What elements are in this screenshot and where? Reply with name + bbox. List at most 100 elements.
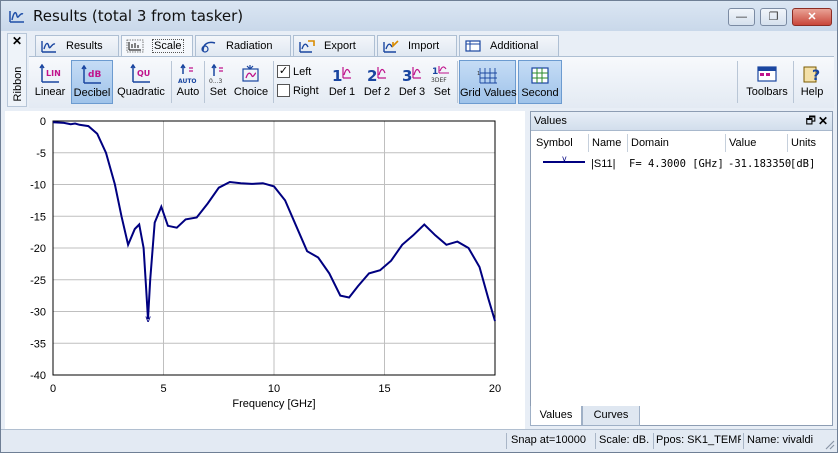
set-def-label: Set bbox=[433, 86, 451, 98]
auto-scale-button[interactable]: AUTO Auto bbox=[174, 60, 202, 104]
import-tab-icon bbox=[383, 40, 399, 53]
svg-text:AUTO: AUTO bbox=[178, 78, 197, 84]
grid-values-button[interactable]: 1 Grid Values bbox=[459, 60, 517, 104]
s11-chart[interactable]: 0 -5 -10 -15 -20 -25 -30 -35 -40 0 5 10 15 20 v Frequ… bbox=[5, 111, 525, 431]
ribbon-separator bbox=[204, 61, 205, 103]
tab-values-label: Values bbox=[539, 409, 573, 421]
grid-values-label: Grid Values bbox=[460, 87, 517, 99]
set-range-icon: 0...3 bbox=[209, 64, 223, 84]
results-tab-icon bbox=[41, 41, 56, 53]
tab-values[interactable]: Values bbox=[530, 406, 582, 426]
close-panel-icon[interactable]: ✕ bbox=[818, 112, 828, 131]
window-title: Results (total 3 from tasker) bbox=[33, 7, 244, 25]
tab-curves-label: Curves bbox=[593, 409, 629, 421]
float-panel-icon[interactable]: 🗗 bbox=[806, 112, 816, 131]
right-axis-checkbox[interactable]: Right bbox=[277, 84, 319, 97]
svg-text:3: 3 bbox=[402, 67, 412, 84]
status-ppos: Ppos: SK1_TEMPL bbox=[656, 434, 741, 446]
svg-text:LIN: LIN bbox=[46, 69, 61, 78]
additional-tab-icon bbox=[465, 40, 481, 52]
ribbon-separator bbox=[793, 61, 794, 103]
decibel-scale-button[interactable]: dB Decibel bbox=[71, 60, 113, 104]
status-separator bbox=[743, 433, 744, 449]
tab-results[interactable]: Results bbox=[35, 35, 119, 57]
ribbon-side-label[interactable]: Ribbon bbox=[12, 62, 24, 106]
marker-layer: v bbox=[145, 314, 151, 325]
x-tick-label: 20 bbox=[489, 383, 501, 395]
decibel-label: Decibel bbox=[73, 87, 111, 99]
maximize-icon: ❐ bbox=[768, 11, 779, 23]
tab-export-label: Export bbox=[324, 40, 356, 53]
col-header-units[interactable]: Units bbox=[787, 134, 816, 152]
linear-scale-button[interactable]: LIN Linear bbox=[31, 60, 69, 104]
def1-icon: 1 bbox=[332, 67, 351, 84]
choice-range-button[interactable]: Choice bbox=[232, 60, 270, 104]
col-header-value[interactable]: Value bbox=[725, 134, 756, 152]
def3-label: Def 3 bbox=[398, 86, 426, 98]
x-tick-label: 0 bbox=[50, 383, 56, 395]
svg-text:1: 1 bbox=[432, 67, 438, 77]
tab-results-label: Results bbox=[66, 40, 103, 53]
tab-import[interactable]: Import bbox=[377, 35, 457, 57]
ribbon-tabs: Results Scale Radiation Export Import Ad… bbox=[35, 35, 565, 58]
second-grid-button[interactable]: Second bbox=[518, 60, 562, 104]
y-tick-label: -40 bbox=[30, 370, 46, 382]
svg-text:3DEF: 3DEF bbox=[431, 77, 447, 84]
quadratic-scale-button[interactable]: QU Quadratic bbox=[115, 60, 167, 104]
tab-radiation[interactable]: Radiation bbox=[195, 35, 291, 57]
ribbon-close-icon[interactable]: ✕ bbox=[12, 34, 22, 48]
status-separator bbox=[653, 433, 654, 449]
status-scale: Scale: dB. bbox=[599, 434, 650, 446]
def1-button[interactable]: 1 Def 1 bbox=[325, 60, 359, 104]
set-def-icon: 13DEF bbox=[431, 66, 449, 84]
status-snap: Snap at=10000 bbox=[511, 434, 586, 446]
col-header-symbol[interactable]: Symbol bbox=[536, 137, 573, 149]
tab-scale[interactable]: Scale bbox=[121, 35, 193, 58]
second-grid-icon bbox=[531, 67, 549, 84]
help-label: Help bbox=[800, 86, 824, 98]
col-header-name[interactable]: Name bbox=[588, 134, 621, 152]
close-button[interactable]: ✕ bbox=[792, 8, 832, 26]
value-row-units: [dB] bbox=[790, 158, 816, 170]
results-window: Results (total 3 from tasker) — ❐ ✕ ✕ Ri… bbox=[0, 0, 838, 453]
ribbon-separator bbox=[737, 61, 738, 103]
tab-curves[interactable]: Curves bbox=[582, 406, 640, 426]
col-header-domain[interactable]: Domain bbox=[627, 134, 669, 152]
svg-text:?: ? bbox=[812, 68, 820, 84]
y-tick-label: -25 bbox=[30, 275, 46, 287]
toolbars-button[interactable]: Toolbars bbox=[744, 60, 790, 104]
minimize-button[interactable]: — bbox=[728, 8, 755, 26]
def3-button[interactable]: 3 Def 3 bbox=[395, 60, 429, 104]
left-axis-checkbox[interactable]: ✓ Left bbox=[277, 65, 311, 78]
chart-pane[interactable]: 0 -5 -10 -15 -20 -25 -30 -35 -40 0 5 10 15 20 v Frequ… bbox=[5, 111, 525, 431]
maximize-button[interactable]: ❐ bbox=[760, 8, 787, 26]
def2-button[interactable]: 2 Def 2 bbox=[360, 60, 394, 104]
curve-symbol: v bbox=[543, 154, 585, 163]
y-tick-label: -5 bbox=[36, 148, 46, 160]
title-bar: Results (total 3 from tasker) — ❐ ✕ bbox=[1, 1, 837, 31]
right-label: Right bbox=[293, 84, 319, 97]
minimize-icon: — bbox=[736, 11, 747, 23]
resize-grip-icon[interactable] bbox=[823, 438, 835, 450]
help-button[interactable]: ? Help bbox=[796, 60, 828, 104]
def3-icon: 3 bbox=[402, 67, 421, 84]
curve-marker[interactable]: v bbox=[145, 314, 151, 325]
y-tick-label: -30 bbox=[30, 307, 46, 319]
auto-icon: AUTO bbox=[178, 64, 197, 84]
svg-text:1: 1 bbox=[477, 71, 480, 77]
ribbon-separator bbox=[273, 61, 274, 103]
value-row-value: -31.183350 bbox=[728, 158, 792, 170]
tab-export[interactable]: Export bbox=[293, 35, 375, 57]
linear-icon: LIN bbox=[39, 64, 61, 83]
set-range-button[interactable]: 0...3 Set bbox=[206, 60, 230, 104]
right-checkbox-box[interactable] bbox=[277, 84, 290, 97]
y-tick-label: -15 bbox=[30, 211, 46, 223]
set-def-button[interactable]: 1 3DEF Set bbox=[429, 60, 455, 104]
tab-additional[interactable]: Additional bbox=[459, 35, 559, 57]
left-checkbox-box[interactable]: ✓ bbox=[277, 65, 290, 78]
set-range-label: Set bbox=[209, 86, 227, 98]
svg-text:1: 1 bbox=[332, 67, 342, 84]
y-tick-label: -10 bbox=[30, 180, 46, 192]
curve-symbol-marker: v bbox=[562, 154, 567, 163]
x-axis-label: Frequency [GHz] bbox=[232, 398, 315, 410]
